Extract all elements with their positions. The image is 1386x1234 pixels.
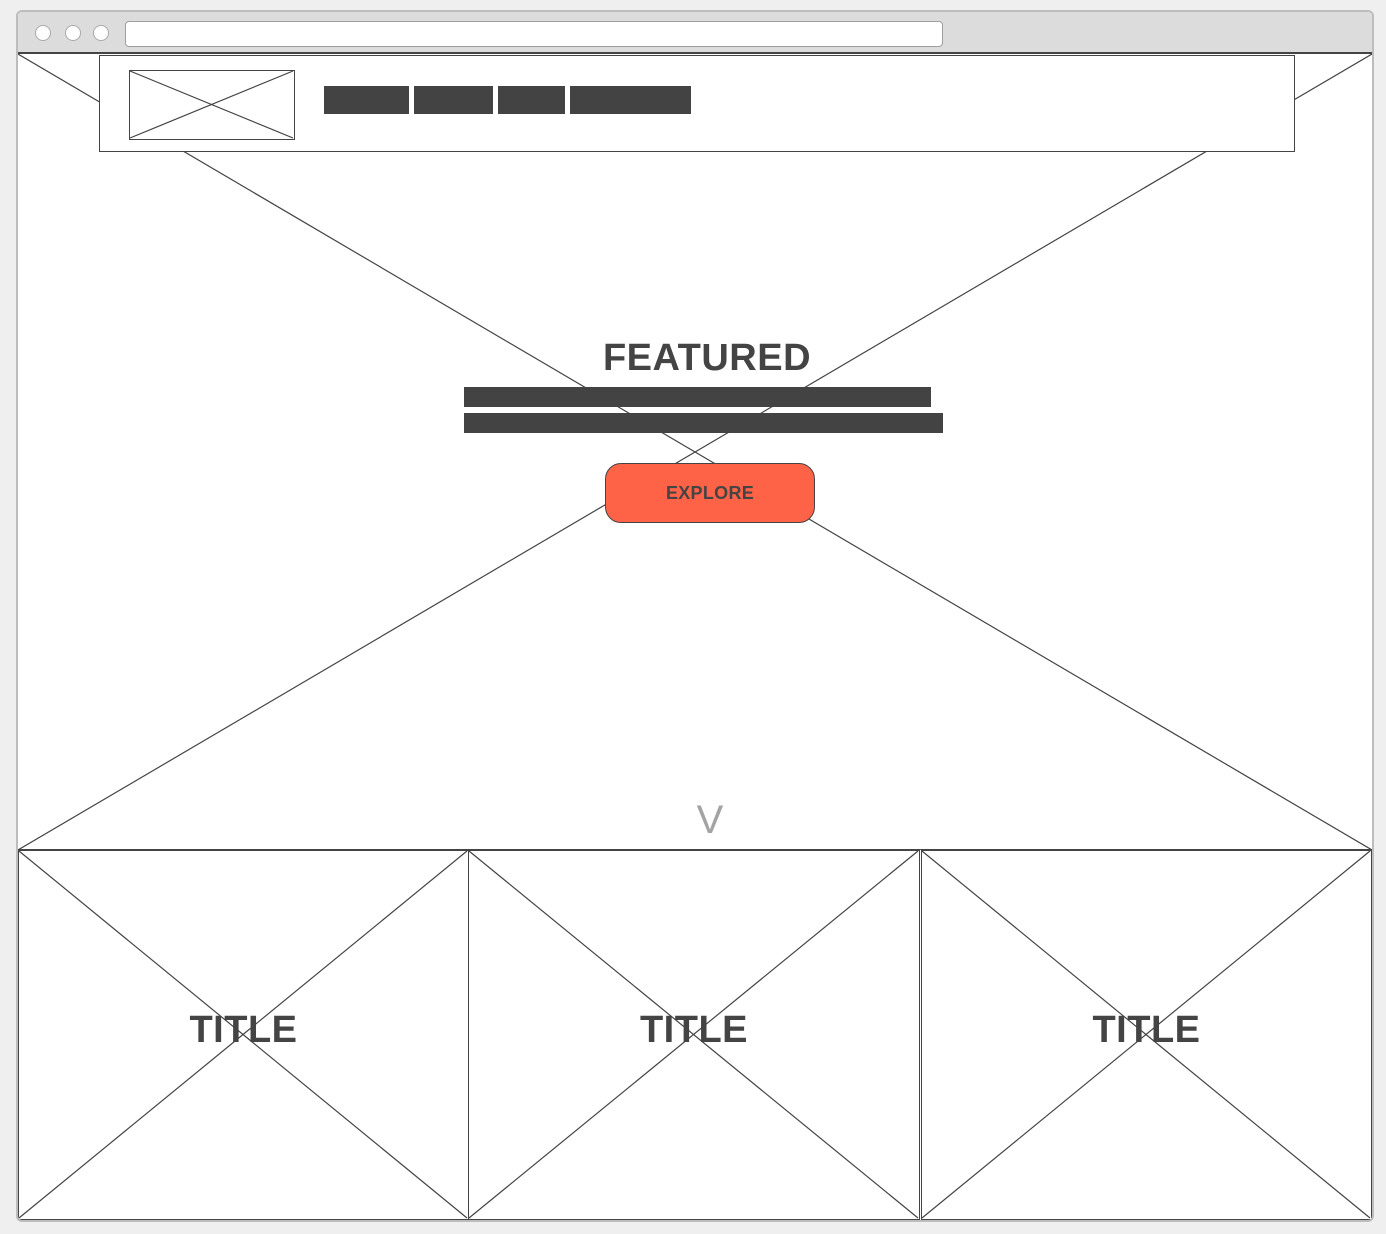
card-2-title: TITLE <box>639 1009 749 1051</box>
page-viewport: FEATURED EXPLORE V TITLE TITLE TITLE <box>18 53 1372 1220</box>
browser-toolbar <box>18 12 1372 54</box>
explore-button[interactable]: EXPLORE <box>605 463 815 523</box>
hero-description-line-1 <box>464 387 931 407</box>
card-1-title: TITLE <box>189 1009 298 1051</box>
browser-window: FEATURED EXPLORE V TITLE TITLE TITLE <box>16 10 1374 1222</box>
nav-item-4[interactable] <box>570 86 691 114</box>
scroll-down-indicator[interactable]: V <box>18 798 1372 843</box>
close-window-button[interactable] <box>35 25 51 41</box>
card-3[interactable]: TITLE <box>921 850 1372 1220</box>
card-3-title: TITLE <box>1092 1009 1201 1051</box>
hero-title: FEATURED <box>602 337 812 379</box>
card-1[interactable]: TITLE <box>18 850 469 1220</box>
address-bar[interactable] <box>125 21 943 47</box>
hero-image-placeholder <box>18 53 1372 851</box>
hero-description-line-2 <box>464 413 943 433</box>
header-nav-bar <box>99 55 1295 152</box>
hero-placeholder-cross <box>18 53 1372 851</box>
minimize-window-button[interactable] <box>65 25 81 41</box>
logo-placeholder-icon <box>129 70 294 139</box>
card-2[interactable]: TITLE <box>468 850 920 1220</box>
nav-item-3[interactable] <box>498 86 565 114</box>
nav-item-1[interactable] <box>324 86 409 114</box>
logo-placeholder[interactable] <box>129 70 295 140</box>
nav-item-2[interactable] <box>414 86 493 114</box>
zoom-window-button[interactable] <box>93 25 109 41</box>
